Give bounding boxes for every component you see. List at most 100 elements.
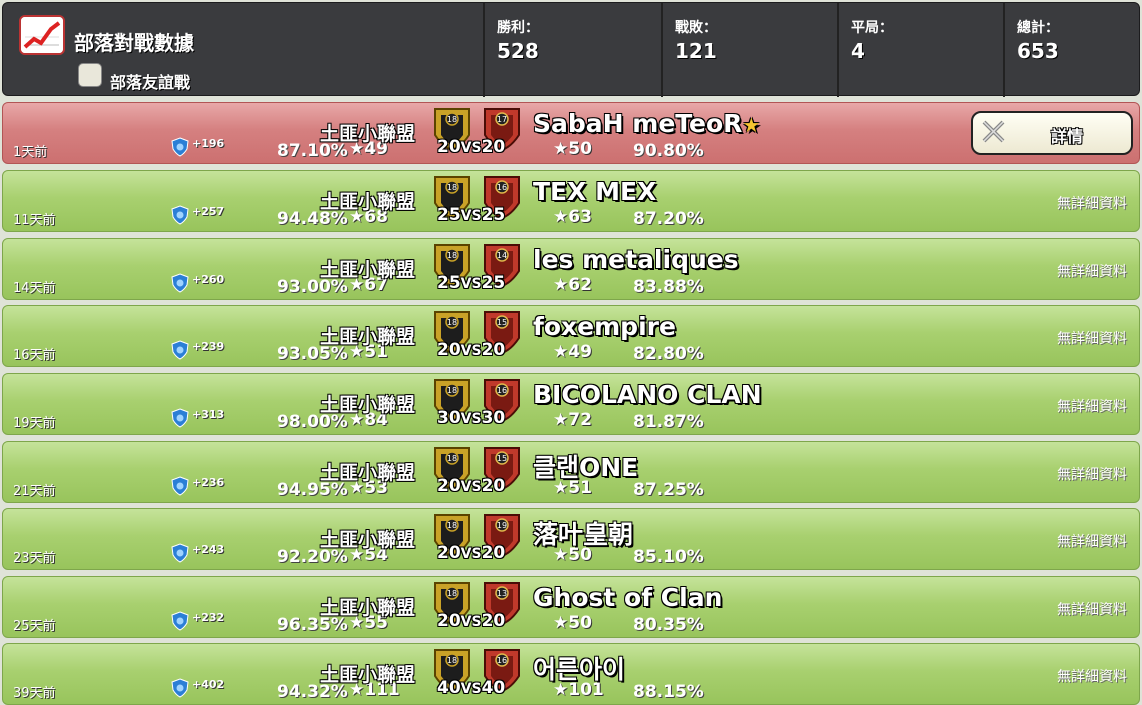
my-clan-name: 土匪小聯盟 (320, 664, 416, 686)
opponent-stars: ★101 (553, 680, 604, 700)
opponent-clan-level: 15 (497, 318, 507, 327)
no-details-label: 無詳細資料 (1057, 602, 1127, 618)
opponent-stars-value: 63 (568, 207, 592, 227)
opponent-clan-level: 19 (497, 521, 507, 530)
friendly-war-label: 部落友誼戰 (110, 73, 191, 92)
war-row[interactable]: 21天前 +236 94.95% ★53 土匪小聯盟 18 15 20VS20 … (2, 441, 1140, 503)
vs-label: VS (460, 681, 482, 697)
my-war-size: 25 (437, 273, 461, 293)
opponent-clan-name: BICOLANO CLAN (533, 380, 762, 409)
no-details-label: 無詳細資料 (1057, 264, 1127, 280)
stat-value: 121 (675, 39, 717, 63)
vs-label: VS (460, 343, 482, 359)
opponent-clan-name-text: Ghost of Clan (533, 583, 723, 612)
my-clan-name: 土匪小聯盟 (320, 191, 416, 213)
war-time-ago: 39天前 (13, 686, 56, 701)
details-button[interactable]: 詳情 (971, 111, 1133, 155)
details-button-label: 詳情 (1051, 127, 1084, 146)
no-details-label: 無詳細資料 (1057, 669, 1127, 685)
my-clan-level: 18 (447, 454, 457, 463)
trophy-gain: +260 (192, 273, 225, 286)
no-details-label: 無詳細資料 (1057, 534, 1127, 550)
vs-label: VS (460, 614, 482, 630)
my-war-size: 20 (437, 137, 461, 157)
trophy-shield-icon (171, 476, 189, 496)
opponent-stars: ★51 (553, 478, 592, 498)
stat-label: 總計： (1017, 20, 1059, 36)
star-icon: ★ (553, 207, 569, 227)
war-size: 20VS20 (437, 340, 505, 360)
opponent-stars-value: 49 (568, 342, 592, 362)
trophy-shield-icon (171, 543, 189, 563)
my-clan-name: 土匪小聯盟 (320, 259, 416, 281)
my-clan-name: 土匪小聯盟 (320, 326, 416, 348)
opponent-clan-level: 14 (497, 251, 507, 260)
star-icon: ★ (553, 680, 569, 700)
opponent-stars: ★50 (553, 545, 592, 565)
my-war-size: 20 (437, 543, 461, 563)
war-size: 20VS20 (437, 137, 505, 157)
vs-label: VS (460, 208, 482, 224)
opponent-war-size: 20 (481, 137, 506, 157)
star-icon: ★ (553, 342, 569, 362)
opponent-stars: ★50 (553, 613, 592, 633)
vs-label: VS (460, 546, 482, 562)
friendly-war-checkbox[interactable] (78, 63, 102, 87)
trophy-shield-icon (171, 273, 189, 293)
opponent-war-size: 20 (481, 611, 506, 631)
opponent-clan-name-text: SabaH meTeoR (533, 109, 743, 138)
my-war-size: 20 (437, 340, 461, 360)
trophy-gain: +196 (192, 137, 225, 150)
my-war-size: 25 (437, 205, 461, 225)
opponent-clan-name: SabaH meTeoR★ (533, 109, 760, 138)
opponent-clan-name-text: TEX MEX (533, 177, 657, 206)
war-row[interactable]: 14天前 +260 93.00% ★67 土匪小聯盟 18 14 25VS25 … (2, 238, 1140, 300)
trophy-gain: +243 (192, 543, 225, 556)
opponent-war-size: 20 (481, 340, 506, 360)
opponent-clan-level: 15 (497, 454, 507, 463)
star-icon: ★ (553, 139, 569, 159)
opponent-clan-level: 16 (497, 656, 507, 665)
stat-value: 528 (497, 39, 539, 63)
my-clan-name: 土匪小聯盟 (320, 462, 416, 484)
war-size: 25VS25 (437, 273, 505, 293)
war-row[interactable]: 23天前 +243 92.20% ★54 土匪小聯盟 18 19 20VS20 … (2, 508, 1140, 570)
my-clan-name: 土匪小聯盟 (320, 123, 416, 145)
opponent-clan-name: les metaliques (533, 245, 739, 274)
star-icon: ★ (553, 613, 569, 633)
opponent-clan-level: 16 (497, 183, 507, 192)
my-clan-level: 18 (447, 386, 457, 395)
war-time-ago: 25天前 (13, 619, 56, 634)
stat-value: 653 (1017, 39, 1059, 63)
opponent-war-size: 20 (481, 543, 506, 563)
my-clan-level: 18 (447, 251, 457, 260)
vs-label: VS (460, 479, 482, 495)
war-size: 25VS25 (437, 205, 505, 225)
opponent-destruction-percent: 81.87% (633, 412, 704, 432)
my-war-size: 20 (437, 611, 461, 631)
war-size: 20VS20 (437, 476, 505, 496)
war-row[interactable]: 19天前 +313 98.00% ★84 土匪小聯盟 18 16 30VS30 … (2, 373, 1140, 435)
opponent-stars-value: 101 (568, 680, 604, 700)
war-size: 20VS20 (437, 611, 505, 631)
war-time-ago: 21天前 (13, 484, 56, 499)
page-title: 部落對戰數據 (74, 31, 194, 55)
trophy-shield-icon (171, 340, 189, 360)
opponent-stars: ★62 (553, 275, 592, 295)
my-clan-level: 18 (447, 589, 457, 598)
war-row[interactable]: 1天前 +196 87.10% ★49 土匪小聯盟 18 17 20VS20 S… (2, 102, 1140, 164)
my-war-size: 40 (437, 678, 461, 698)
opponent-destruction-percent: 85.10% (633, 547, 704, 567)
war-time-ago: 14天前 (13, 281, 56, 296)
war-time-ago: 1天前 (13, 145, 48, 160)
vs-label: VS (460, 140, 482, 156)
opponent-clan-name: TEX MEX (533, 177, 656, 206)
opponent-stars: ★72 (553, 410, 592, 430)
trophy-gain: +257 (192, 205, 225, 218)
war-size: 30VS30 (437, 408, 505, 428)
war-row[interactable]: 11天前 +257 94.48% ★68 土匪小聯盟 18 16 25VS25 … (2, 170, 1140, 232)
war-row[interactable]: 16天前 +239 93.05% ★51 土匪小聯盟 18 15 20VS20 … (2, 305, 1140, 367)
war-row[interactable]: 25天前 +232 96.35% ★55 土匪小聯盟 18 13 20VS20 … (2, 576, 1140, 638)
opponent-clan-name: Ghost of Clan (533, 583, 722, 612)
opponent-war-size: 30 (481, 408, 506, 428)
